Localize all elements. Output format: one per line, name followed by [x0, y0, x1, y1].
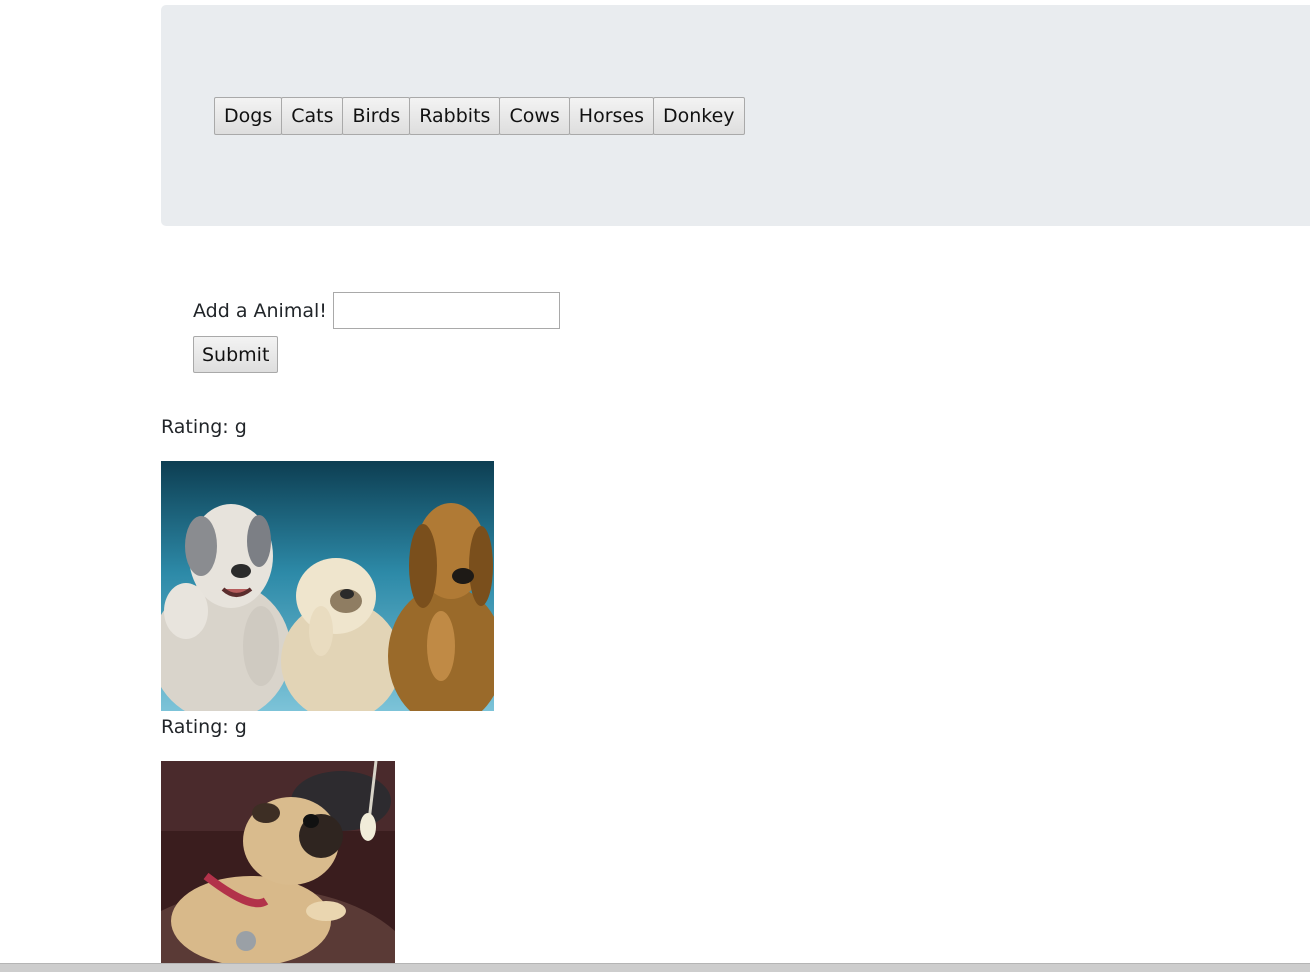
- gif-rating: Rating: g: [161, 716, 247, 738]
- dogs-gif-image[interactable]: [161, 461, 494, 711]
- animal-button-rabbits[interactable]: Rabbits: [409, 97, 501, 135]
- animal-buttons: Dogs Cats Birds Rabbits Cows Horses Donk…: [214, 97, 745, 135]
- add-animal-label: Add a Animal!: [193, 299, 327, 322]
- submit-button[interactable]: Submit: [193, 336, 279, 373]
- gif-rating: Rating: g: [161, 416, 247, 438]
- animal-button-dogs[interactable]: Dogs: [214, 97, 283, 135]
- gif-item: Rating: g: [161, 415, 494, 711]
- animal-button-cows[interactable]: Cows: [499, 97, 570, 135]
- animal-button-birds[interactable]: Birds: [342, 97, 411, 135]
- animal-button-horses[interactable]: Horses: [568, 97, 654, 135]
- pug-gif-image[interactable]: [161, 761, 395, 963]
- animal-button-cats[interactable]: Cats: [281, 97, 344, 135]
- animal-input[interactable]: [332, 292, 560, 329]
- animal-button-donkey[interactable]: Donkey: [653, 97, 745, 135]
- add-animal-form: Add a Animal! Submit: [193, 292, 560, 373]
- gif-item: Rating: g: [161, 715, 395, 963]
